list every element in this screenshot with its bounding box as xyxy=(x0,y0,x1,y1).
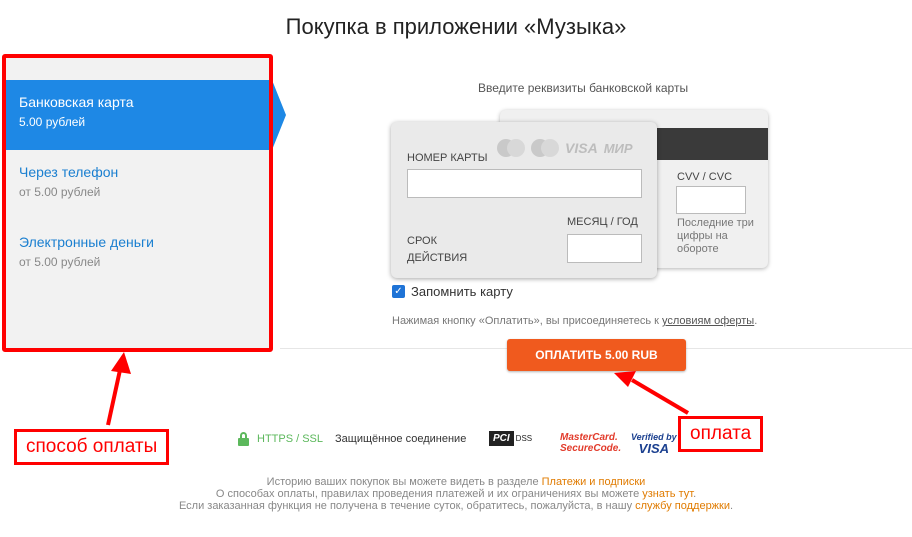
cvv-note: Последние три цифры на обороте xyxy=(677,217,754,255)
mastercard-securecode-logo-icon: MasterCard. SecureCode. xyxy=(560,432,621,454)
annotation-label-method: способ оплаты xyxy=(14,429,170,465)
annotation-label-pay: оплата xyxy=(678,416,764,452)
footer: Историю ваших покупок вы можете видеть в… xyxy=(0,476,912,512)
cvv-input[interactable] xyxy=(676,186,746,214)
card-front: VISA МИР НОМЕР КАРТЫ СРОК ДЕЙСТВИЯ МЕСЯЦ… xyxy=(391,122,657,278)
month-year-input[interactable] xyxy=(567,234,642,263)
mastercard-logo-icon xyxy=(497,139,525,157)
security-info: HTTPS / SSL Защищённое соединение xyxy=(238,432,466,446)
visa-logo-icon: VISA xyxy=(565,140,598,156)
month-year-label: МЕСЯЦ / ГОД xyxy=(567,216,638,228)
footer-line-history: Историю ваших покупок вы можете видеть в… xyxy=(266,476,646,488)
card-number-label: НОМЕР КАРТЫ xyxy=(407,152,488,164)
payments-subscriptions-link[interactable]: Платежи и подписки xyxy=(542,476,646,488)
secure-connection-label: Защищённое соединение xyxy=(335,433,467,445)
expiry-label: СРОК ДЕЙСТВИЯ xyxy=(407,235,468,264)
arrow-to-methods xyxy=(106,369,122,426)
arrow-head-pay xyxy=(614,371,636,387)
cvv-label: CVV / CVC xyxy=(677,171,733,183)
arrow-to-pay-button xyxy=(630,378,690,415)
lock-icon xyxy=(238,432,249,446)
pci-text: PCI xyxy=(489,431,514,446)
card-form-hint: Введите реквизиты банковской карты xyxy=(478,81,689,95)
footer-line-support: Если заказанная функция не получена в те… xyxy=(178,500,734,512)
card-brand-logos: VISA МИР xyxy=(497,139,633,157)
remember-card-label: Запомнить карту xyxy=(411,284,513,299)
footer-line-methods: О способах оплаты, правилах проведения п… xyxy=(215,488,697,500)
offer-text: Нажимая кнопку «Оплатить», вы присоединя… xyxy=(392,315,662,327)
arrow-head-methods xyxy=(111,352,131,374)
offer-notice: Нажимая кнопку «Оплатить», вы присоединя… xyxy=(392,315,757,327)
mir-logo-icon: МИР xyxy=(603,140,633,156)
card-number-input[interactable] xyxy=(407,169,642,198)
securecode-line: SecureCode. xyxy=(560,443,622,454)
learn-here-link[interactable]: узнать тут xyxy=(642,488,693,500)
verified-by-visa-logo-icon: Verified by VISA xyxy=(631,432,677,456)
offer-link[interactable]: условиям оферты xyxy=(662,315,754,327)
offer-text-end: . xyxy=(754,315,758,327)
maestro-logo-icon xyxy=(531,139,559,157)
https-label: HTTPS / SSL xyxy=(257,433,324,445)
checkbox-checked-icon[interactable]: ✓ xyxy=(392,285,405,298)
pci-dss-logo-icon: PCI DSS xyxy=(489,431,532,446)
page-title: Покупка в приложении «Музыка» xyxy=(285,14,627,39)
visa-line: VISA xyxy=(638,441,670,456)
remember-card[interactable]: ✓ Запомнить карту xyxy=(392,284,513,299)
pay-button[interactable]: ОПЛАТИТЬ 5.00 RUB xyxy=(507,339,686,371)
dss-text: DSS xyxy=(515,434,533,443)
active-pointer-arrow xyxy=(272,80,286,150)
mastercard-line: MasterCard. xyxy=(560,432,618,443)
support-link[interactable]: службу поддержки xyxy=(635,500,730,512)
annotation-frame-methods xyxy=(2,54,273,352)
